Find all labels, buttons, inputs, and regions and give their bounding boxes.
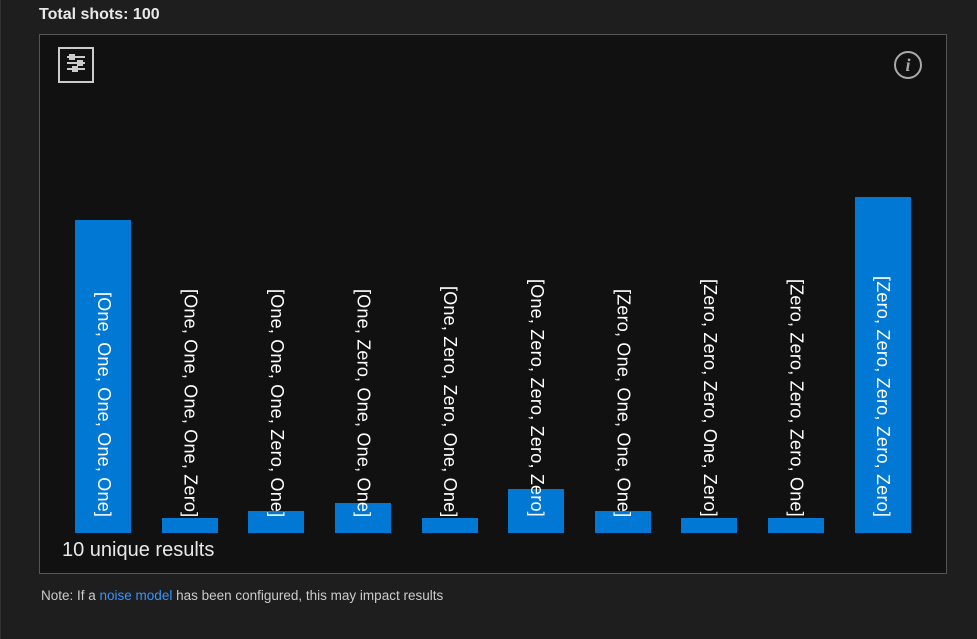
bar-slot: [Zero, One, One, One, One] [594, 101, 653, 533]
bar-slot: [One, One, One, One, Zero] [161, 101, 220, 533]
bar[interactable] [75, 220, 131, 533]
chart-toolbar: i [58, 47, 928, 87]
bar[interactable] [162, 518, 218, 533]
bar-slot: [Zero, Zero, Zero, One, Zero] [680, 101, 739, 533]
bar-label: [One, Zero, Zero, One, One] [439, 286, 460, 518]
bar-slot: [One, Zero, One, One, One] [334, 101, 393, 533]
bar-slot: [One, One, One, Zero, One] [247, 101, 306, 533]
bar-label: [Zero, Zero, Zero, One, Zero] [699, 279, 720, 517]
bar-label: [One, Zero, One, One, One] [353, 289, 374, 517]
bar[interactable] [768, 518, 824, 533]
bar-label: [One, Zero, Zero, Zero, Zero] [526, 279, 547, 517]
footnote-suffix: has been configured, this may impact res… [172, 588, 443, 603]
unique-results-label: 10 unique results [62, 539, 928, 562]
noise-model-link[interactable]: noise model [100, 588, 173, 603]
bar[interactable] [681, 518, 737, 533]
footnote-prefix: Note: If a [41, 588, 100, 603]
bar[interactable] [248, 511, 304, 533]
bars-area: [One, One, One, One, One] [One, One, One,… [58, 101, 928, 533]
bar[interactable] [855, 197, 911, 533]
bar-label: [One, One, One, Zero, One] [266, 289, 287, 517]
chart-panel: i [One, One, One, One, One][One, One, On… [39, 34, 947, 574]
bar[interactable] [508, 489, 564, 533]
bar-slot: [One, One, One, One, One] [74, 101, 133, 533]
bar-label: [Zero, One, One, One, One] [612, 289, 633, 517]
results-panel: Total shots: 100 i [One, On [1, 0, 977, 613]
bar-label: [One, One, One, One, Zero] [179, 289, 200, 517]
bar[interactable] [422, 518, 478, 533]
bar[interactable] [335, 503, 391, 533]
bar-label: [Zero, Zero, Zero, Zero, One] [786, 279, 807, 517]
settings-button[interactable] [58, 47, 94, 83]
bar-slot: [Zero, Zero, Zero, Zero, One] [767, 101, 826, 533]
bar-slot: [One, Zero, Zero, One, One] [420, 101, 479, 533]
bar[interactable] [595, 511, 651, 533]
bar-slot: [One, Zero, Zero, Zero, Zero] [507, 101, 566, 533]
total-shots-header: Total shots: 100 [39, 6, 947, 24]
footnote: Note: If a noise model has been configur… [41, 588, 947, 603]
bar-slot: [Zero, Zero, Zero, Zero, Zero] [853, 101, 912, 533]
info-button[interactable]: i [894, 51, 922, 79]
sliders-icon [64, 51, 88, 80]
info-icon: i [905, 55, 910, 76]
